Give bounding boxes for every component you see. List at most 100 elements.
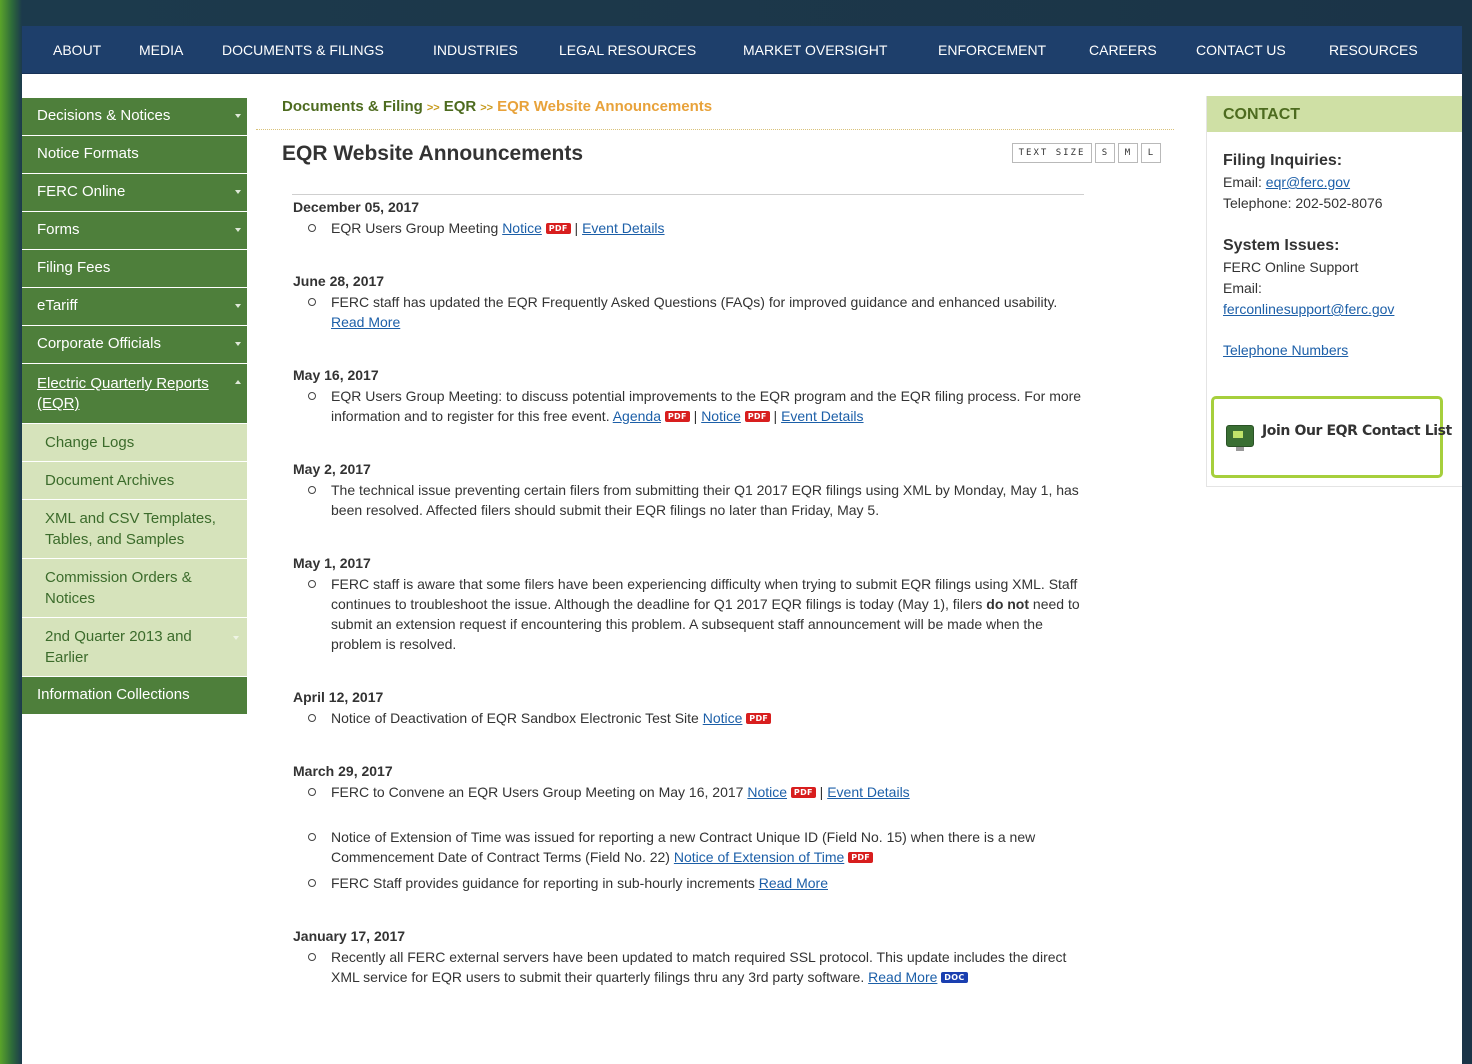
- text-size-medium-button[interactable]: M: [1118, 143, 1138, 163]
- sidebar-item-label: Filing Fees: [37, 259, 111, 276]
- chevron-up-icon[interactable]: [235, 380, 241, 384]
- announcement-item: FERC Staff provides guidance for reporti…: [293, 873, 1093, 893]
- monitor-icon: [1226, 425, 1254, 451]
- read-more-link[interactable]: Read More: [868, 969, 937, 985]
- nav-documents-filings[interactable]: DOCUMENTS & FILINGS: [222, 26, 384, 73]
- announcement-date: January 17, 2017: [293, 928, 406, 944]
- pdf-icon[interactable]: PDF: [790, 787, 816, 798]
- announcement-date: May 2, 2017: [293, 461, 371, 477]
- announcement-item: EQR Users Group Meeting: to discuss pote…: [293, 386, 1093, 426]
- agenda-link[interactable]: Agenda: [613, 408, 661, 424]
- sidebar-subitem-commission-orders[interactable]: Commission Orders & Notices: [22, 559, 247, 618]
- sidebar-item-decisions-notices[interactable]: Decisions & Notices: [22, 98, 247, 136]
- link-separator: |: [693, 408, 698, 424]
- announcement-item: FERC staff has updated the EQR Frequentl…: [293, 292, 1093, 332]
- support-email-link[interactable]: ferconlinesupport@ferc.gov: [1223, 301, 1394, 317]
- announcement-entry: December 05, 2017 EQR Users Group Meetin…: [293, 198, 1093, 238]
- bullet-icon: [308, 224, 316, 232]
- event-details-link[interactable]: Event Details: [781, 408, 863, 424]
- text-size-large-button[interactable]: L: [1141, 143, 1161, 163]
- breadcrumb-eqr[interactable]: EQR: [444, 98, 477, 115]
- announcement-entry: June 28, 2017 FERC staff has updated the…: [293, 272, 1093, 332]
- event-details-link[interactable]: Event Details: [827, 784, 909, 800]
- sidebar-item-notice-formats[interactable]: Notice Formats: [22, 136, 247, 174]
- sidebar-item-label: Notice Formats: [37, 145, 139, 162]
- eqr-email-link[interactable]: eqr@ferc.gov: [1266, 174, 1350, 190]
- sidebar-item-etariff[interactable]: eTariff: [22, 288, 247, 326]
- nav-market-oversight[interactable]: MARKET OVERSIGHT: [743, 26, 887, 73]
- notice-of-extension-link[interactable]: Notice of Extension of Time: [674, 849, 844, 865]
- pdf-icon[interactable]: PDF: [746, 713, 772, 724]
- notice-link[interactable]: Notice: [703, 710, 743, 726]
- breadcrumb-separator: >>: [426, 102, 440, 114]
- link-separator: |: [819, 784, 824, 800]
- read-more-link[interactable]: Read More: [759, 875, 828, 891]
- announcement-item: EQR Users Group Meeting Notice PDF | Eve…: [293, 218, 1093, 238]
- breadcrumb-divider: [256, 129, 1174, 130]
- chevron-down-icon[interactable]: [235, 228, 241, 232]
- doc-icon[interactable]: DOC: [941, 972, 968, 983]
- sidebar-item-forms[interactable]: Forms: [22, 212, 247, 250]
- sidebar-item-information-collections[interactable]: Information Collections: [22, 677, 247, 715]
- notice-link[interactable]: Notice: [701, 408, 741, 424]
- support-email-label: Email:: [1223, 280, 1262, 296]
- breadcrumb-current: EQR Website Announcements: [497, 98, 713, 115]
- sidebar-item-filing-fees[interactable]: Filing Fees: [22, 250, 247, 288]
- contact-body: Filing Inquiries: Email: eqr@ferc.gov Te…: [1207, 132, 1462, 361]
- nav-about[interactable]: ABOUT: [53, 26, 101, 73]
- sidebar-item-label: FERC Online: [37, 183, 126, 200]
- bullet-icon: [308, 714, 316, 722]
- support-name: FERC Online Support: [1223, 259, 1359, 275]
- breadcrumb-documents-filing[interactable]: Documents & Filing: [282, 98, 423, 115]
- nav-media[interactable]: MEDIA: [139, 26, 183, 73]
- sidebar-subitem-document-archives[interactable]: Document Archives: [22, 462, 247, 500]
- system-issues-title: System Issues:: [1223, 237, 1340, 254]
- chevron-down-icon[interactable]: [235, 114, 241, 118]
- announcement-date: April 12, 2017: [293, 689, 384, 705]
- text-size-small-button[interactable]: S: [1095, 143, 1115, 163]
- nav-industries[interactable]: INDUSTRIES: [433, 26, 518, 73]
- contact-panel: CONTACT Filing Inquiries: Email: eqr@fer…: [1206, 96, 1462, 487]
- filing-inquiries-title: Filing Inquiries:: [1223, 152, 1343, 169]
- pdf-icon[interactable]: PDF: [664, 411, 690, 422]
- chevron-down-icon[interactable]: [235, 304, 241, 308]
- pdf-icon[interactable]: PDF: [848, 852, 874, 863]
- sidebar-item-label: Electric Quarterly Reports (EQR): [37, 375, 209, 412]
- nav-careers[interactable]: CAREERS: [1089, 26, 1157, 73]
- breadcrumb: Documents & Filing >> EQR >> EQR Website Ann…: [282, 98, 712, 115]
- sidebar-item-label: Decisions & Notices: [37, 107, 171, 124]
- sidebar-item-corporate-officials[interactable]: Corporate Officials: [22, 326, 247, 364]
- nav-legal-resources[interactable]: LEGAL RESOURCES: [559, 26, 696, 73]
- sidebar-subitem-2nd-quarter-2013[interactable]: 2nd Quarter 2013 and Earlier: [22, 618, 247, 677]
- chevron-down-icon[interactable]: [235, 342, 241, 346]
- nav-contact-us[interactable]: CONTACT US: [1196, 26, 1286, 73]
- read-more-link[interactable]: Read More: [331, 314, 400, 330]
- pdf-icon[interactable]: PDF: [545, 223, 571, 234]
- title-divider: [292, 194, 1084, 195]
- sidebar-subitem-xml-csv-templates[interactable]: XML and CSV Templates, Tables, and Sampl…: [22, 500, 247, 559]
- sidebar-item-label: eTariff: [37, 297, 78, 314]
- nav-resources[interactable]: RESOURCES: [1329, 26, 1418, 73]
- announcement-date: December 05, 2017: [293, 199, 420, 215]
- bullet-icon: [308, 486, 316, 494]
- chevron-down-icon[interactable]: [235, 190, 241, 194]
- notice-link[interactable]: Notice: [502, 220, 542, 236]
- telephone-numbers-link[interactable]: Telephone Numbers: [1223, 342, 1348, 358]
- pdf-icon[interactable]: PDF: [744, 411, 770, 422]
- announcement-item: Notice of Deactivation of EQR Sandbox El…: [293, 708, 1093, 728]
- announcement-text: FERC to Convene an EQR Users Group Meeti…: [331, 784, 744, 800]
- notice-link[interactable]: Notice: [747, 784, 787, 800]
- join-contact-list-button[interactable]: Join Our EQR Contact List: [1211, 396, 1452, 478]
- event-details-link[interactable]: Event Details: [582, 220, 664, 236]
- sidebar-item-eqr[interactable]: Electric Quarterly Reports (EQR): [22, 364, 247, 424]
- announcement-item: Recently all FERC external servers have …: [293, 947, 1093, 987]
- sidebar-subitem-change-logs[interactable]: Change Logs: [22, 424, 247, 462]
- chevron-down-icon[interactable]: [233, 636, 239, 640]
- announcement-text: FERC Staff provides guidance for reporti…: [331, 875, 755, 891]
- nav-enforcement[interactable]: ENFORCEMENT: [938, 26, 1046, 73]
- filing-email-line: Email: eqr@ferc.gov: [1223, 172, 1449, 193]
- announcement-entry: May 16, 2017 EQR Users Group Meeting: to…: [293, 366, 1093, 426]
- announcement-text: FERC staff has updated the EQR Frequentl…: [331, 294, 1058, 310]
- announcement-entry: January 17, 2017 Recently all FERC exter…: [293, 927, 1093, 987]
- sidebar-item-ferc-online[interactable]: FERC Online: [22, 174, 247, 212]
